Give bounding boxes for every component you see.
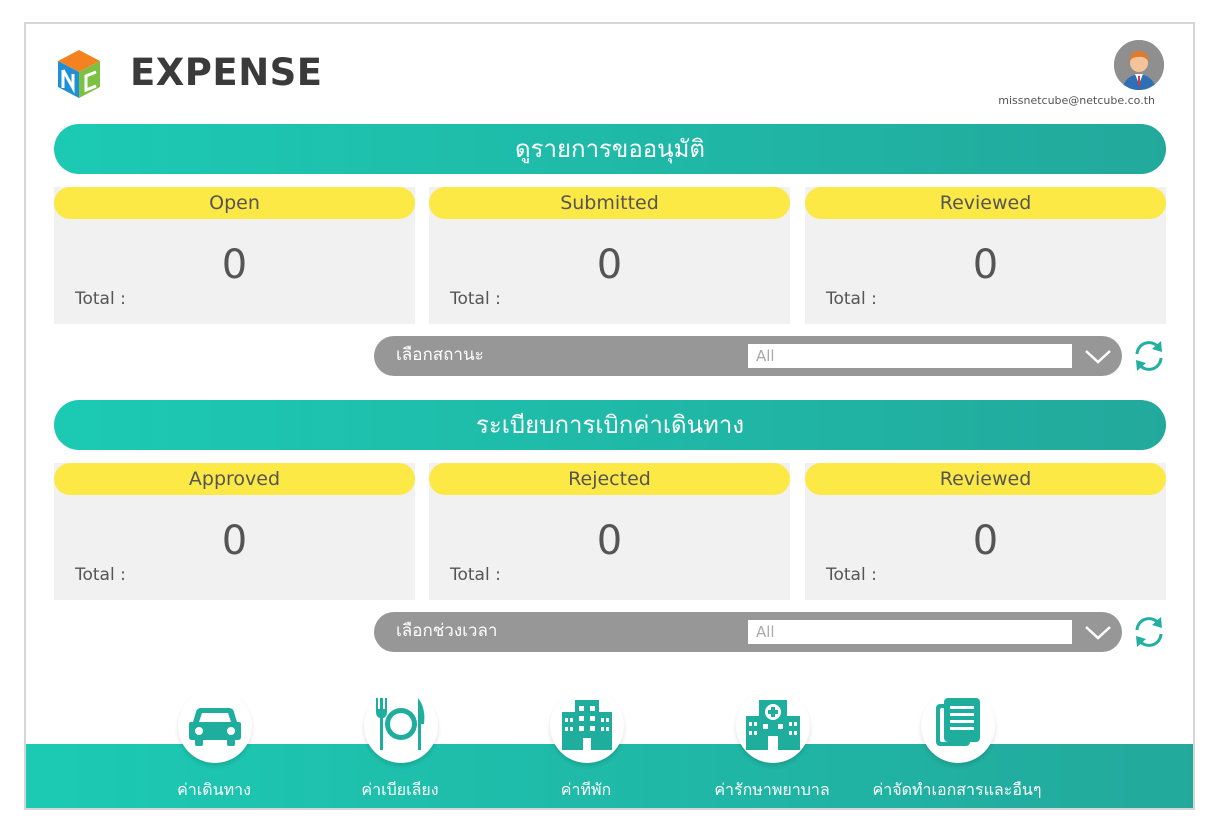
card-label: Reviewed (805, 187, 1166, 219)
nav-travel[interactable]: ค่าเดินทาง (124, 689, 304, 808)
card-total-label: Total : (75, 289, 126, 309)
card-total-label: Total : (826, 565, 877, 585)
refresh-icon[interactable] (1132, 339, 1166, 373)
card-value: 0 (972, 518, 999, 564)
card-approved: Approved 0 Total : (54, 463, 415, 600)
nav-label: ค่าเบียเลียง (361, 780, 439, 799)
netcube-logo (54, 48, 104, 100)
card-total-label: Total : (450, 289, 501, 309)
app-frame: EXPENSE missnetcube@netcube.co.th ดูรายก… (24, 22, 1195, 810)
nav-label: ค่าเดินทาง (177, 780, 251, 799)
card-label: Rejected (429, 463, 790, 495)
car-icon (189, 708, 241, 746)
card-value: 0 (596, 518, 623, 564)
card-reviewed: Reviewed 0 Total : (805, 187, 1166, 324)
status-filter: เลือกสถานะ (374, 336, 1122, 376)
nav-medical[interactable]: ค่ารักษาพยาบาล (682, 689, 862, 808)
card-label: Reviewed (805, 463, 1166, 495)
period-filter-label: เลือกช่วงเวลา (396, 621, 498, 641)
card-label: Approved (54, 463, 415, 495)
card-value: 0 (221, 242, 248, 288)
document-icon (936, 698, 980, 746)
hotel-icon (562, 700, 612, 750)
nav-label: ค่าจัดทำเอกสารและอืนๆ (872, 780, 1042, 799)
card-value: 0 (221, 518, 248, 564)
status-filter-label: เลือกสถานะ (396, 345, 484, 365)
chevron-down-icon[interactable] (1082, 620, 1114, 644)
period-filter-input[interactable] (748, 620, 1072, 644)
status-filter-input[interactable] (748, 344, 1072, 368)
card-total-label: Total : (450, 565, 501, 585)
card-label: Submitted (429, 187, 790, 219)
card-total-label: Total : (75, 565, 126, 585)
nav-accommodation[interactable]: ค่าทีพัก (496, 689, 676, 808)
nav-label: ค่าทีพัก (560, 780, 612, 799)
user-email: missnetcube@netcube.co.th (998, 94, 1155, 107)
card-value: 0 (596, 242, 623, 288)
travel-section-title: ระเบียบการเบิกค่าเดินทาง (54, 400, 1166, 450)
approval-section-title: ดูรายการขออนุมัติ (54, 124, 1166, 174)
card-reviewed-travel: Reviewed 0 Total : (805, 463, 1166, 600)
meal-icon (376, 698, 425, 750)
card-open: Open 0 Total : (54, 187, 415, 324)
card-submitted: Submitted 0 Total : (429, 187, 790, 324)
app-title: EXPENSE (130, 51, 323, 94)
nav-allowance[interactable]: ค่าเบียเลียง (310, 689, 490, 808)
card-rejected: Rejected 0 Total : (429, 463, 790, 600)
hospital-icon (746, 700, 800, 750)
period-filter: เลือกช่วงเวลา (374, 612, 1122, 652)
card-label: Open (54, 187, 415, 219)
card-value: 0 (972, 242, 999, 288)
refresh-icon[interactable] (1132, 615, 1166, 649)
user-avatar[interactable] (1114, 40, 1164, 90)
nav-documents[interactable]: ค่าจัดทำเอกสารและอืนๆ (867, 689, 1047, 808)
card-total-label: Total : (826, 289, 877, 309)
nav-label: ค่ารักษาพยาบาล (714, 780, 830, 799)
chevron-down-icon[interactable] (1082, 344, 1114, 368)
